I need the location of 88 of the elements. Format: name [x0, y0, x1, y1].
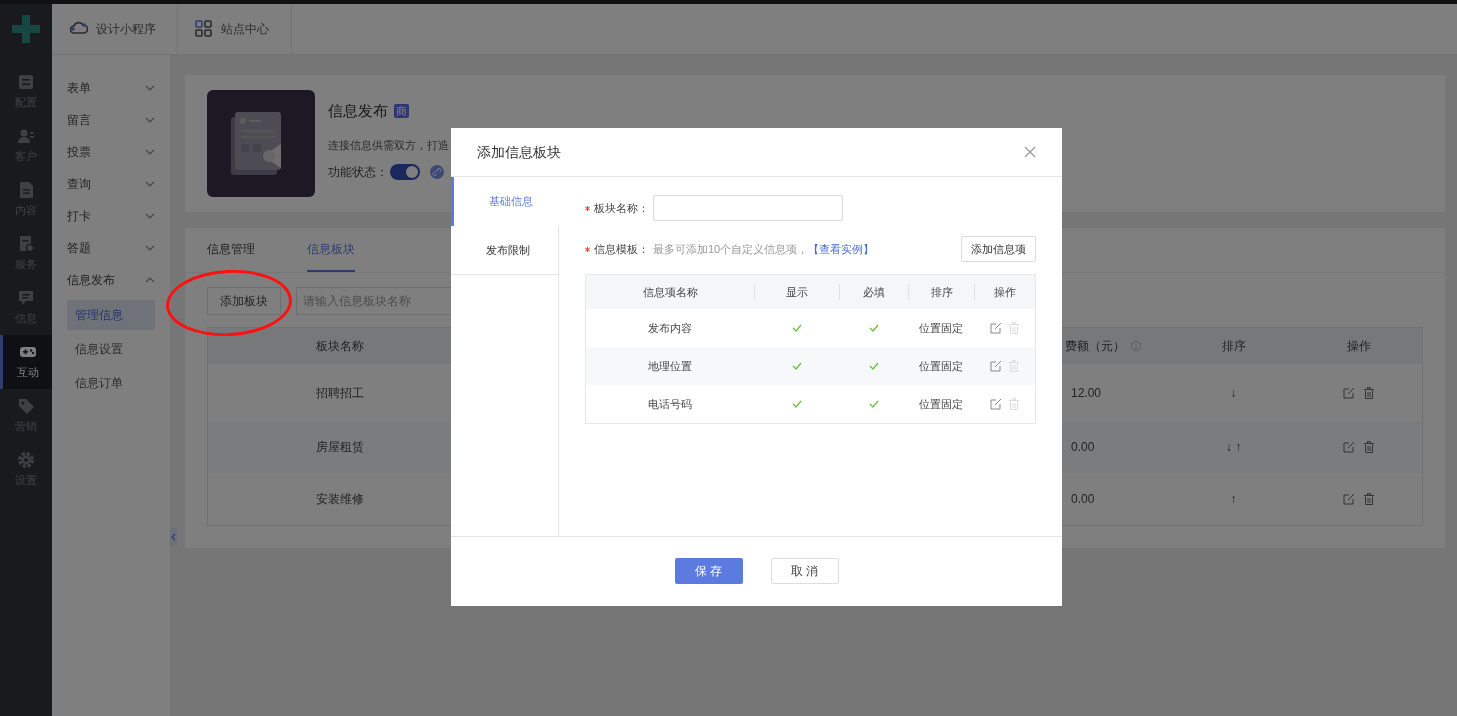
- field-label: 信息模板：: [594, 241, 649, 257]
- status-toggle[interactable]: [390, 164, 420, 180]
- submenu-child[interactable]: 管理信息: [67, 300, 155, 330]
- chevron-down-icon: [145, 85, 155, 91]
- table-cell-text: 地理位置: [647, 358, 693, 374]
- dialog-title: 添加信息板块: [477, 142, 561, 162]
- collapse-handle[interactable]: [170, 528, 177, 546]
- document-icon: [17, 181, 35, 200]
- table-cell-text: 位置固定: [918, 396, 964, 412]
- logo-icon: [12, 15, 40, 43]
- close-icon: [1024, 146, 1036, 158]
- table-cell-text: 安装维修: [314, 491, 365, 508]
- info-icon: [1131, 341, 1141, 351]
- app-title: 信息发布: [328, 101, 388, 121]
- dialog-tab[interactable]: 发布限制: [451, 226, 558, 275]
- table-cell-text: 房屋租赁: [314, 439, 365, 456]
- tag-icon: [17, 397, 35, 416]
- status-label: 功能状态：: [328, 164, 388, 181]
- column-header: 显示: [754, 283, 839, 301]
- dialog-tab[interactable]: 基础信息: [451, 177, 559, 226]
- edit-icon: [989, 398, 1002, 410]
- grid-icon: [195, 20, 213, 38]
- chevron-up-icon: [145, 277, 155, 283]
- submenu-item[interactable]: 打卡: [52, 200, 170, 232]
- chevron-left-icon: [171, 533, 176, 541]
- link-icon: [430, 165, 444, 179]
- submenu-child[interactable]: 信息设置: [67, 334, 155, 364]
- chevron-down-icon: [145, 181, 155, 187]
- edit-icon: [1343, 441, 1355, 453]
- column-header: 操作: [974, 283, 1035, 301]
- table-cell-text: 位置固定: [918, 358, 964, 374]
- table-cell-text: 0.00: [1070, 439, 1096, 456]
- sort-arrows[interactable]: ↓ ↑: [1171, 438, 1296, 456]
- add-block-button[interactable]: 添加板块: [207, 287, 281, 315]
- submenu-item[interactable]: 信息发布: [52, 264, 170, 296]
- submenu-item[interactable]: 留言: [52, 104, 170, 136]
- chevron-down-icon: [145, 245, 155, 251]
- trash-icon: [1363, 386, 1375, 399]
- column-header: 必填: [839, 283, 908, 301]
- clipboard-icon: [17, 235, 35, 254]
- sliders-icon: [17, 73, 35, 92]
- trash-icon: [1363, 441, 1375, 453]
- chevron-down-icon: [145, 213, 155, 219]
- gear-icon: [17, 451, 35, 470]
- column-header: 排序: [908, 283, 974, 301]
- column-header: 板块名称: [314, 338, 365, 355]
- edit-icon: [989, 322, 1002, 334]
- table-cell-text: 位置固定: [918, 320, 964, 336]
- column-header: 操作: [1346, 338, 1372, 355]
- trash-icon: [1363, 493, 1375, 505]
- table-cell-text: 12.00: [1070, 384, 1103, 402]
- edit-icon: [989, 360, 1002, 372]
- chevron-down-icon: [145, 117, 155, 123]
- save-button[interactable]: 保 存: [674, 558, 743, 584]
- users-icon: [17, 127, 35, 146]
- top-nav-item[interactable]: 设计小程序: [52, 4, 178, 54]
- submenu-item[interactable]: 表单: [52, 72, 170, 104]
- field-label: 板块名称：: [594, 200, 649, 216]
- submenu-item[interactable]: 查询: [52, 168, 170, 200]
- rail-item[interactable]: 互动: [0, 335, 52, 389]
- app-description: 连接信息供需双方，打造: [328, 137, 449, 153]
- chat-icon: [17, 289, 35, 308]
- sort-arrows[interactable]: ↓: [1171, 383, 1296, 402]
- tab[interactable]: 信息板块: [307, 228, 355, 272]
- asterisk-icon: [585, 246, 590, 252]
- column-header: 排序: [1220, 338, 1247, 355]
- table-cell-text: 发布内容: [647, 320, 693, 336]
- column-header: 信息项名称: [641, 284, 699, 300]
- table-cell-text: 0.00: [1070, 491, 1096, 508]
- edit-icon: [1343, 386, 1355, 399]
- example-link[interactable]: 【查看实例】: [808, 240, 875, 258]
- add-item-button[interactable]: 添加信息项: [961, 236, 1036, 262]
- merchant-badge: 商: [394, 104, 409, 119]
- submenu-child[interactable]: 信息订单: [67, 368, 155, 398]
- submenu-item[interactable]: 答题: [52, 232, 170, 264]
- submenu-item[interactable]: 投票: [52, 136, 170, 168]
- tab[interactable]: 信息管理: [207, 228, 255, 272]
- edit-icon: [1343, 493, 1355, 505]
- column-header: 费额（元）: [1065, 338, 1125, 355]
- sort-arrows[interactable]: ↑: [1171, 490, 1296, 508]
- chevron-down-icon: [145, 149, 155, 155]
- cancel-button[interactable]: 取 消: [770, 558, 839, 584]
- hint-text: 最多可添加10个自定义信息项，: [653, 241, 809, 257]
- asterisk-icon: [585, 205, 590, 211]
- top-nav-item[interactable]: 站点中心: [178, 4, 292, 54]
- table-cell-text: 招聘招工: [314, 384, 365, 402]
- name-input-field[interactable]: [653, 195, 843, 221]
- table-cell-text: 电话号码: [647, 396, 693, 412]
